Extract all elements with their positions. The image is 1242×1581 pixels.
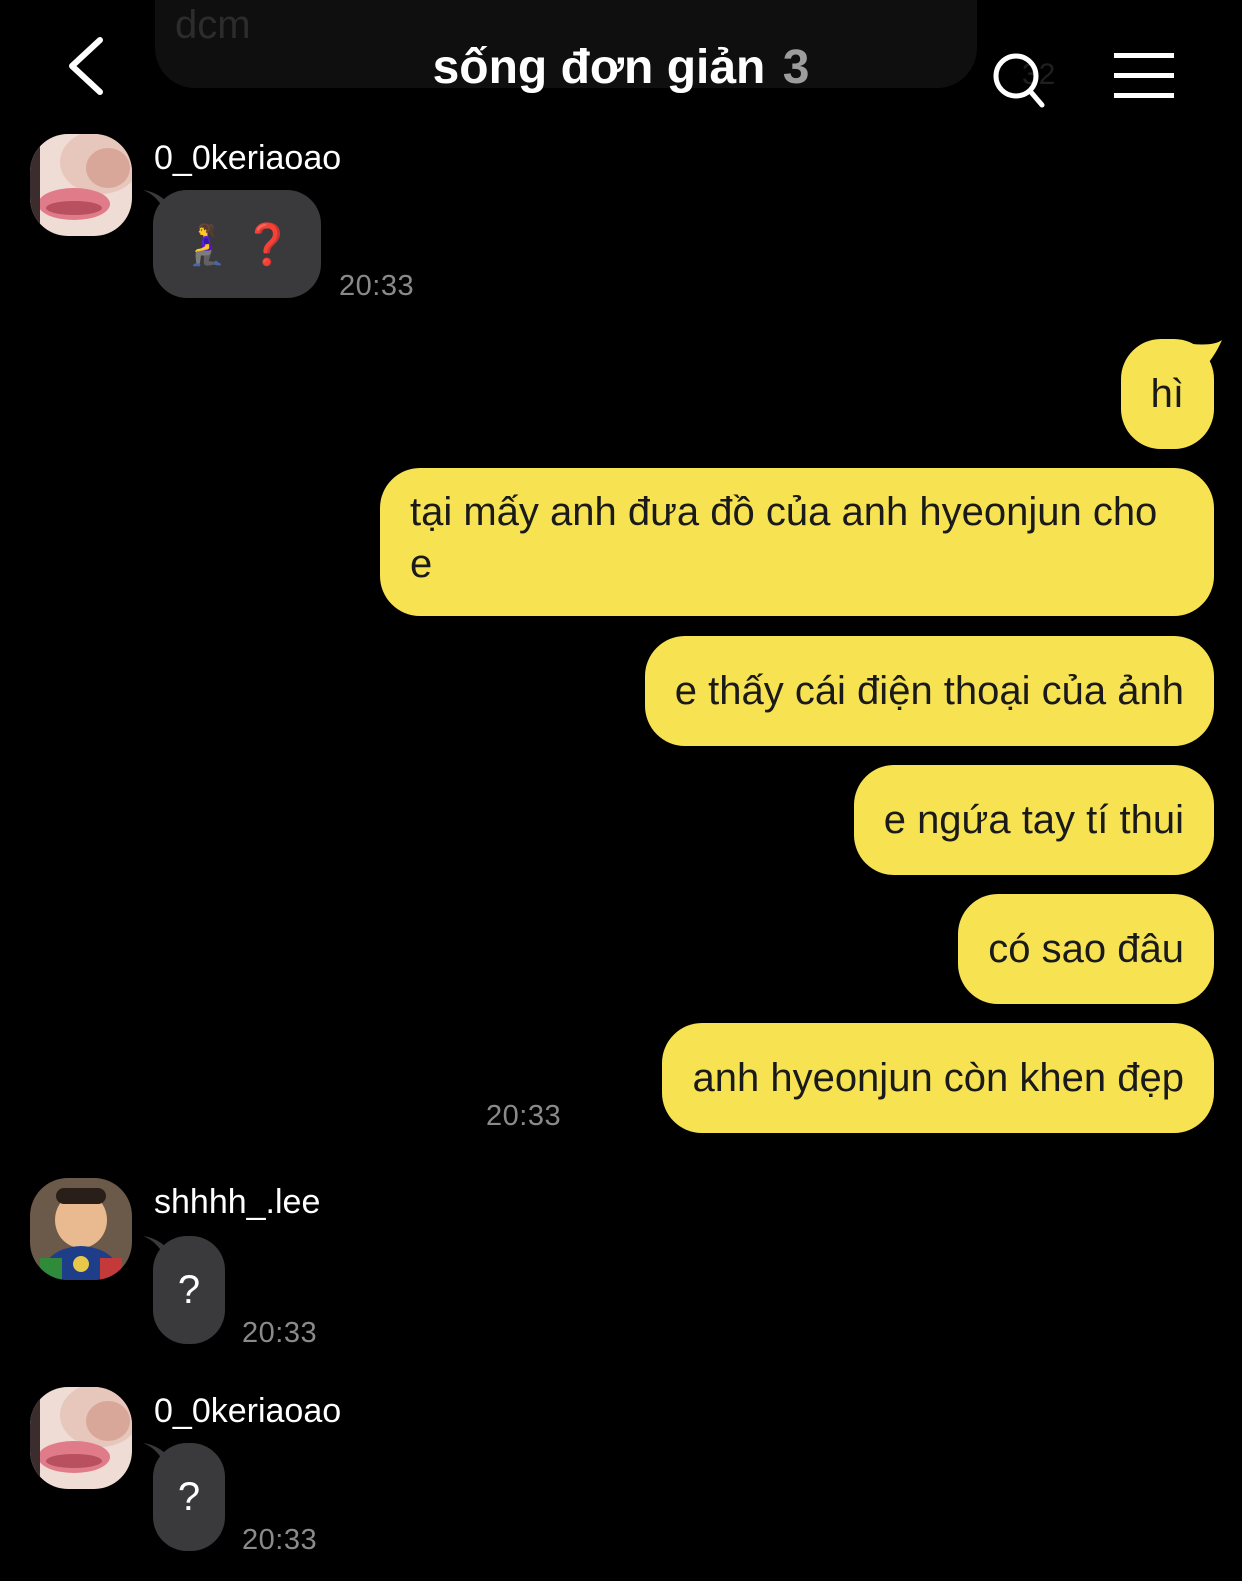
bubble-tail [1192,340,1222,370]
message-text: 🧎‍♀️ ❓ [181,222,293,267]
outgoing-message-bubble[interactable]: tại mấy anh đưa đồ của anh hyeonjun cho … [380,468,1214,616]
outgoing-message-bubble[interactable]: e ngứa tay tí thui [853,765,1214,875]
message-text: hì [1150,372,1184,416]
message-time: 20:33 [242,1317,318,1349]
message-bubble[interactable]: ? [153,1236,225,1344]
avatar[interactable] [30,134,132,236]
member-count: 3 [782,41,810,94]
chat-room-name: sống đơn giản [432,41,766,94]
avatar[interactable] [30,1387,132,1489]
message-bubble[interactable]: 🧎‍♀️ ❓ [153,190,321,298]
chat-title: sống đơn giản 3 [0,36,1242,100]
message-text: ? [177,1474,201,1519]
message-time: 20:33 [339,270,415,302]
message-time: 20:33 [486,1100,562,1132]
message-text: e ngứa tay tí thui [883,798,1184,842]
search-button[interactable] [990,50,1054,114]
chat-header: sống đơn giản 3 [0,0,1242,130]
message-bubble[interactable]: ? [153,1443,225,1551]
sender-name: 0_0keriaoao [154,1392,342,1430]
outgoing-message-bubble[interactable]: e thấy cái điện thoại của ảnh [644,636,1214,746]
sender-name: 0_0keriaoao [154,139,342,177]
message-text: ? [177,1267,201,1312]
menu-button[interactable] [1112,50,1176,102]
avatar[interactable] [30,1178,132,1280]
message-time: 20:33 [242,1524,318,1556]
outgoing-message-bubble[interactable]: anh hyeonjun còn khen đẹp [662,1023,1214,1133]
search-icon [993,53,1045,108]
message-text: tại mấy anh đưa đồ của anh hyeonjun cho … [410,490,1158,586]
message-text: anh hyeonjun còn khen đẹp [692,1056,1184,1100]
message-text: có sao đâu [988,927,1184,971]
sender-name: shhhh_.lee [154,1183,321,1221]
outgoing-message-bubble[interactable]: có sao đâu [958,894,1214,1004]
message-text: e thấy cái điện thoại của ảnh [674,669,1184,713]
hamburger-menu-icon [1114,53,1174,98]
